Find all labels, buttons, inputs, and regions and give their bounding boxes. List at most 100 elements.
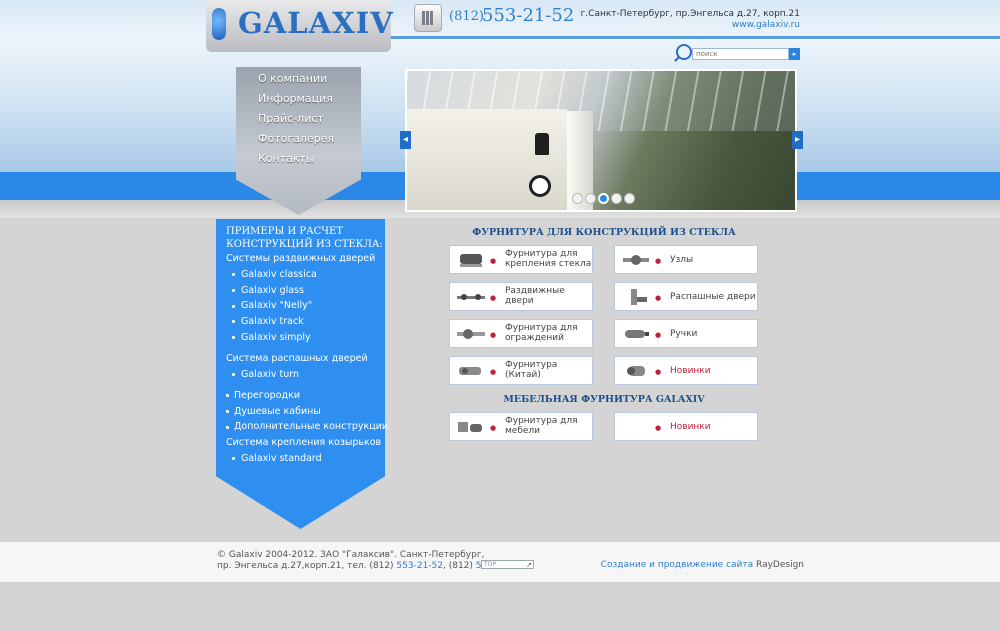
handle-icon <box>625 330 649 338</box>
header-divider <box>385 36 1000 39</box>
card-label: Фурнитура для крепления стекла <box>505 249 593 269</box>
sidebar-title-line: ПРИМЕРЫ И РАСЧЕТ <box>226 226 344 237</box>
glass-clamp-icon <box>460 254 482 267</box>
copyright: © Galaxiv 2004-2012. ЗАО "Галаксив". Сан… <box>217 550 485 560</box>
bullet-icon <box>232 373 235 376</box>
furniture-title: МЕБЕЛЬНАЯ ФУРНИТУРА GALAXIV <box>503 394 705 405</box>
catalog-card[interactable]: ● Ручки <box>614 319 758 348</box>
arrow-icon: ● <box>490 257 497 265</box>
arrow-icon: ● <box>655 294 662 302</box>
arrow-icon: ● <box>655 257 662 265</box>
slider-dot[interactable] <box>572 193 583 204</box>
sidebar-item[interactable]: Galaxiv turn <box>241 369 299 380</box>
bullet-icon <box>232 305 235 308</box>
catalog-card[interactable]: ● Фурнитура (Китай) <box>449 356 593 385</box>
sidebar-title-line: КОНСТРУКЦИЙ ИЗ СТЕКЛА: <box>226 239 383 250</box>
card-label: Фурнитура (Китай) <box>505 360 593 380</box>
slider-dot-active[interactable] <box>598 193 609 204</box>
photo-slider[interactable] <box>405 69 797 212</box>
sidebar-title: ПРИМЕРЫ И РАСЧЕТ КОНСТРУКЦИЙ ИЗ СТЕКЛА: <box>226 225 383 251</box>
phone-icon <box>414 4 442 32</box>
footer-divider <box>0 541 1000 542</box>
joint-icon <box>623 255 649 265</box>
card-label: Ручки <box>670 329 698 339</box>
card-line: Фурнитура для <box>505 249 578 259</box>
sidebar-item[interactable]: Galaxiv track <box>241 316 304 327</box>
search-input[interactable] <box>692 48 789 60</box>
card-line: Раздвижные <box>505 286 565 296</box>
bullet-icon <box>232 336 235 339</box>
sidebar-item[interactable]: Galaxiv "Nelly" <box>241 300 312 311</box>
catalog-card[interactable]: ● Фурнитура для ограждений <box>449 319 593 348</box>
catalog-title: ФУРНИТУРА ДЛЯ КОНСТРУКЦИЙ ИЗ СТЕКЛА <box>472 227 736 238</box>
arrow-icon: ● <box>490 331 497 339</box>
search-icon <box>676 44 692 60</box>
menu-item-info[interactable]: Информация <box>258 92 333 105</box>
menu-item-gallery[interactable]: Фотогалерея <box>258 132 334 145</box>
sidebar-swing-doors[interactable]: Система распашных дверей <box>226 353 368 364</box>
clock-icon <box>529 175 551 197</box>
arrow-icon: ● <box>655 331 662 339</box>
card-label: Распашные двери <box>670 292 756 302</box>
sidebar-additional[interactable]: Дополнительные конструкции <box>234 421 388 432</box>
arrow-icon: ● <box>490 294 497 302</box>
menu-item-about[interactable]: О компании <box>258 72 327 85</box>
sidebar-item[interactable]: Galaxiv glass <box>241 285 304 296</box>
sidebar-item[interactable]: Galaxiv simply <box>241 332 311 343</box>
visit-counter[interactable]: TOP <box>481 560 534 569</box>
sidebar-item[interactable]: Galaxiv standard <box>241 453 322 464</box>
footer-address: пр. Энгельса д.27,корп.21, тел. (812) <box>217 561 397 571</box>
arrow-icon: ● <box>655 424 662 432</box>
hinge-icon <box>631 289 647 305</box>
slider-dot[interactable] <box>624 193 635 204</box>
bullet-icon <box>226 426 229 429</box>
credit-company: RayDesign <box>753 560 804 570</box>
catalog-card[interactable]: ● Новинки <box>614 412 758 441</box>
sidebar-canopy[interactable]: Система крепления козырьков <box>226 437 381 448</box>
logo-mark-icon <box>212 8 226 40</box>
furniture-fitting-icon <box>458 422 482 432</box>
china-fitting-icon <box>459 367 481 375</box>
card-line: (Китай) <box>505 370 541 380</box>
site-link[interactable]: www.galaxiv.ru <box>732 20 800 30</box>
card-line: Фурнитура для <box>505 323 578 333</box>
bullet-icon <box>232 320 235 323</box>
slider-dot[interactable] <box>611 193 622 204</box>
catalog-card[interactable]: ● Распашные двери <box>614 282 758 311</box>
card-line: мебели <box>505 426 541 436</box>
address: г.Санкт-Петербург, пр.Энгельса д.27, кор… <box>580 9 800 19</box>
slider-dot[interactable] <box>585 193 596 204</box>
bullet-icon <box>226 394 229 397</box>
sidebar-item[interactable]: Galaxiv classica <box>241 269 317 280</box>
card-label: Новинки <box>670 422 711 432</box>
card-label: Новинки <box>670 366 711 376</box>
card-line: крепления стекла <box>505 259 592 269</box>
card-line: двери <box>505 296 534 306</box>
logo[interactable]: GALAXIV <box>238 6 394 40</box>
sidebar-showers[interactable]: Душевые кабины <box>234 406 321 417</box>
slider-next-button[interactable]: ▸ <box>792 131 803 149</box>
search-button[interactable]: ▸ <box>789 48 800 60</box>
menu-item-contacts[interactable]: Контакты <box>258 152 315 165</box>
new-items-icon <box>627 366 645 376</box>
bullet-icon <box>232 289 235 292</box>
catalog-card[interactable]: ● Фурнитура для крепления стекла <box>449 245 593 274</box>
catalog-card[interactable]: ● Раздвижные двери <box>449 282 593 311</box>
slider-prev-button[interactable]: ◂ <box>400 131 411 149</box>
footer-phone-1[interactable]: 553-21-52 <box>396 561 443 571</box>
catalog-card[interactable]: ● Новинки <box>614 356 758 385</box>
sliding-rail-icon <box>457 294 485 300</box>
arrow-icon: ● <box>655 368 662 376</box>
card-label: Раздвижные двери <box>505 286 593 306</box>
footer-separator: , (812) <box>443 561 476 571</box>
card-label: Узлы <box>670 255 694 265</box>
sidebar-partitions[interactable]: Перегородки <box>234 390 300 401</box>
bullet-icon <box>232 273 235 276</box>
catalog-card[interactable]: ● Узлы <box>614 245 758 274</box>
footer-contacts: пр. Энгельса д.27,корп.21, тел. (812) 55… <box>217 561 522 571</box>
card-line: Фурнитура для <box>505 416 578 426</box>
catalog-card[interactable]: ● Фурнитура для мебели <box>449 412 593 441</box>
menu-item-price[interactable]: Прайс-лист <box>258 112 324 125</box>
sidebar-sliding-doors[interactable]: Системы раздвижных дверей <box>226 253 375 264</box>
credit-link[interactable]: Создание и продвижение сайта <box>601 560 753 570</box>
